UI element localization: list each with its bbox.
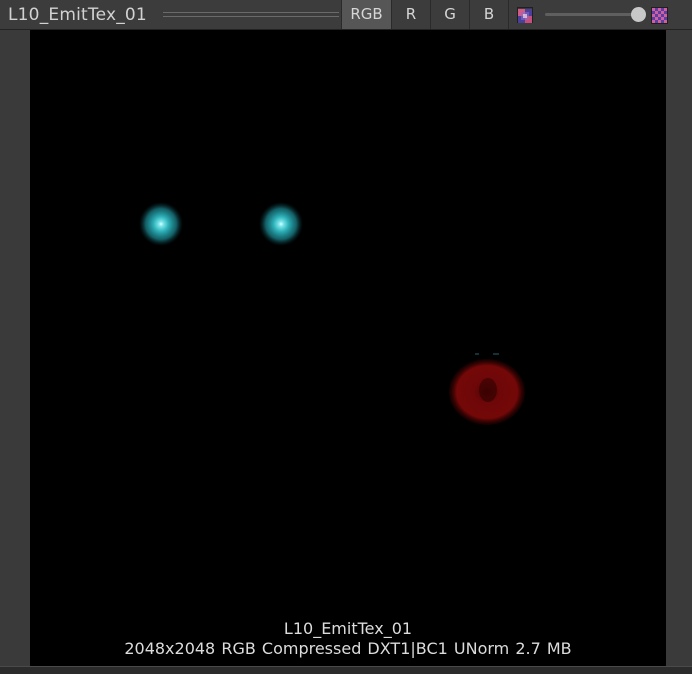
mip-slider-thumb[interactable] [631, 7, 646, 22]
channel-r-button[interactable]: R [391, 0, 430, 29]
mip-slider-track [545, 13, 643, 16]
checker-large-icon [651, 7, 668, 24]
texture-info-name: L10_EmitTex_01 [283, 619, 413, 638]
cyan-glow-right [259, 202, 303, 246]
texture-preview-panel: L10_EmitTex_01 RGB R G B L10_EmitTex_01 … [0, 0, 692, 674]
red-blob-core [479, 378, 497, 402]
channel-g-button[interactable]: G [430, 0, 469, 29]
checker-small-icon [517, 7, 533, 23]
preview-margin-left [0, 30, 30, 666]
channel-b-button[interactable]: B [469, 0, 509, 29]
channel-rgb-button[interactable]: RGB [341, 0, 391, 29]
texture-preview-canvas[interactable]: L10_EmitTex_01 2048x2048 RGB Compressed … [30, 30, 666, 666]
preview-margin-right [666, 30, 692, 666]
texture-image [139, 202, 525, 425]
cyan-glow-left [139, 202, 183, 246]
red-blob-marks [475, 353, 499, 355]
texture-info-details: 2048x2048 RGB Compressed DXT1|BC1 UNorm … [124, 639, 572, 658]
mip-level-slider[interactable] [545, 6, 646, 24]
toolbar-drag-handle[interactable] [163, 11, 339, 19]
bottom-resize-bar[interactable] [0, 666, 692, 674]
preview-toolbar: L10_EmitTex_01 RGB R G B [0, 0, 692, 30]
preview-title: L10_EmitTex_01 [8, 5, 147, 25]
